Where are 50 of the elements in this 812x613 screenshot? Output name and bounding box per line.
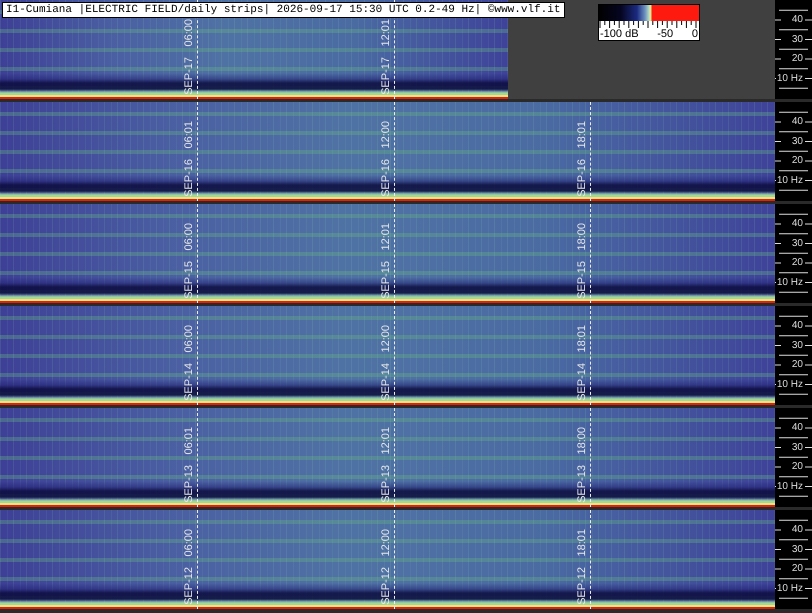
frequency-label: 30 — [790, 442, 804, 454]
frequency-label: 10 Hz — [776, 378, 804, 390]
date-label: SEP-14 — [380, 363, 392, 401]
date-label: SEP-17 — [380, 57, 392, 95]
frequency-label: 30 — [790, 544, 804, 556]
time-label: 18:00 — [576, 427, 588, 455]
frequency-label: 30 — [790, 340, 804, 352]
date-label: SEP-15 — [576, 261, 588, 299]
time-label: 06:01 — [183, 121, 195, 149]
time-label: 12:01 — [380, 223, 392, 251]
time-label: 12:00 — [380, 529, 392, 557]
frequency-label: 10 Hz — [776, 174, 804, 186]
date-label: SEP-15 — [380, 261, 392, 299]
time-label: 12:00 — [380, 325, 392, 353]
time-label: 18:00 — [576, 223, 588, 251]
frequency-label: 30 — [790, 136, 804, 148]
frequency-label: 30 — [790, 34, 804, 46]
time-label: 18:01 — [576, 121, 588, 149]
frequency-label: 10 Hz — [776, 582, 804, 594]
time-label: 06:00 — [183, 325, 195, 353]
date-label: SEP-13 — [183, 465, 195, 503]
time-label: 06:00 — [183, 529, 195, 557]
scale-label: 0 — [692, 28, 698, 40]
date-label: SEP-16 — [183, 159, 195, 197]
time-label: 06:00 — [183, 19, 195, 47]
date-label: SEP-14 — [183, 363, 195, 401]
frequency-label: 30 — [790, 238, 804, 250]
scale-label: -100 dB — [600, 28, 639, 40]
time-label: 12:01 — [380, 19, 392, 47]
time-label: 12:00 — [380, 121, 392, 149]
date-label: SEP-12 — [183, 567, 195, 605]
date-label: SEP-16 — [576, 159, 588, 197]
frequency-label: 10 Hz — [776, 276, 804, 288]
date-label: SEP-14 — [576, 363, 588, 401]
date-label: SEP-12 — [576, 567, 588, 605]
time-label: 18:01 — [576, 325, 588, 353]
frequency-label: 10 Hz — [776, 480, 804, 492]
date-label: SEP-12 — [380, 567, 392, 605]
chart-title: I1-Cumiana |ELECTRIC FIELD/daily strips| 2026-09-17 15:30 UTC 0.2-49 Hz| ©www.vlf.it — [2, 2, 564, 18]
time-label: 06:01 — [183, 427, 195, 455]
date-label: SEP-13 — [576, 465, 588, 503]
date-label: SEP-16 — [380, 159, 392, 197]
date-label: SEP-17 — [183, 57, 195, 95]
time-label: 18:01 — [576, 529, 588, 557]
date-label: SEP-13 — [380, 465, 392, 503]
frequency-label: 10 Hz — [776, 72, 804, 84]
scale-label: -50 — [657, 28, 674, 40]
time-label: 06:00 — [183, 223, 195, 251]
time-label: 12:01 — [380, 427, 392, 455]
date-label: SEP-15 — [183, 261, 195, 299]
